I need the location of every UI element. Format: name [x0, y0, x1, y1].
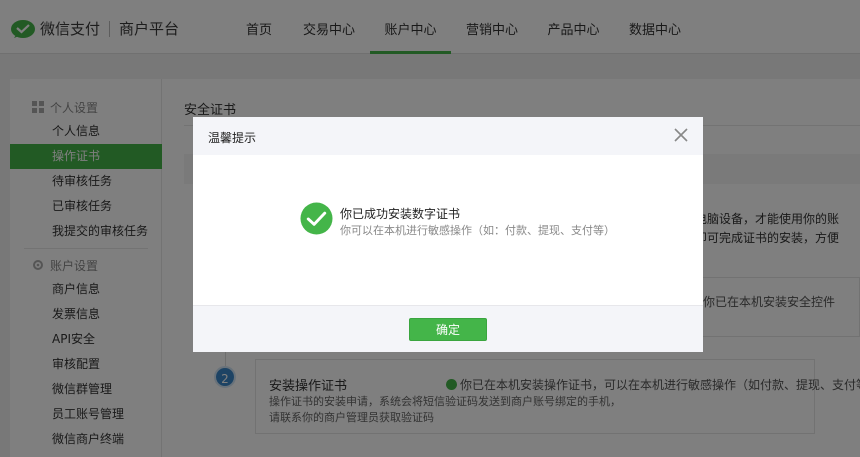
confirm-button[interactable]: 确定 — [409, 318, 487, 341]
success-check-icon — [300, 202, 333, 235]
dialog-body: 你已成功安装数字证书 你可以在本机进行敏感操作（如：付款、提现、支付等） — [193, 155, 703, 305]
dialog-title: 温馨提示 — [208, 131, 257, 145]
success-message: 你已成功安装数字证书 — [340, 207, 461, 221]
dialog-header: 温馨提示 — [193, 117, 703, 155]
success-submessage: 你可以在本机进行敏感操作（如：付款、提现、支付等） — [340, 224, 615, 237]
close-icon[interactable] — [673, 127, 689, 143]
dialog-footer: 确定 — [193, 305, 703, 352]
notice-dialog: 温馨提示 你已成功安装数字证书 你可以在本机进行敏感操作（如：付款、提现、支付等… — [193, 117, 703, 352]
